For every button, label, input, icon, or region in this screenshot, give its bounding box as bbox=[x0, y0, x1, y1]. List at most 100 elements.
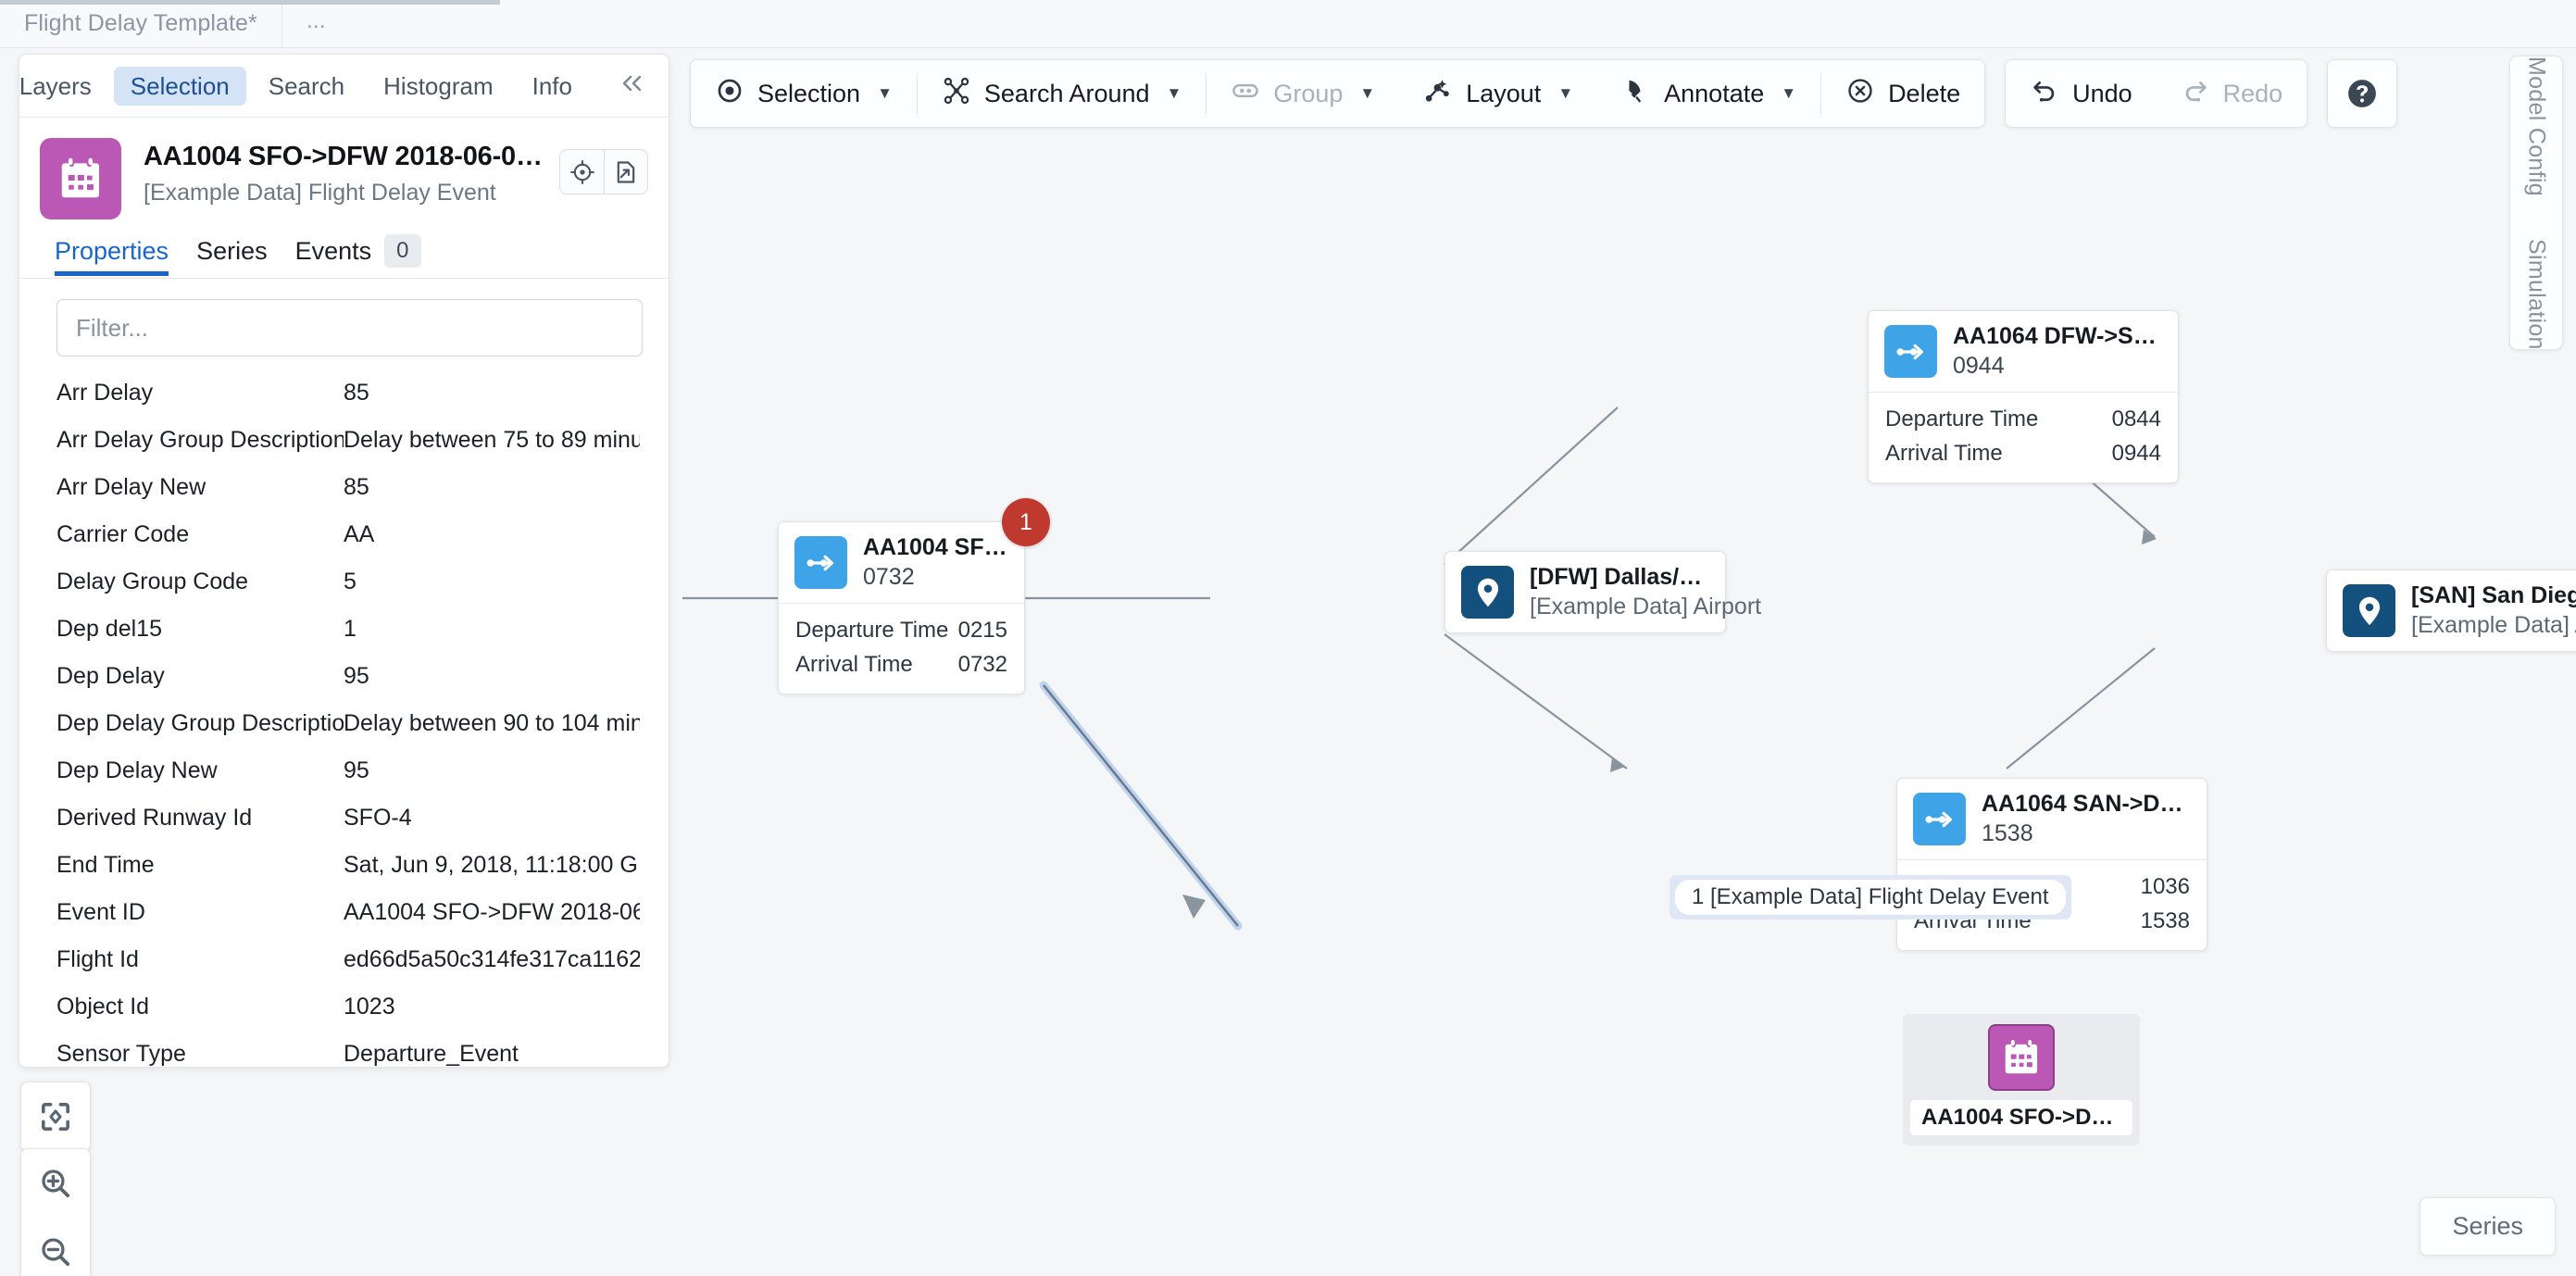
toolbar-undo-button[interactable]: Undo bbox=[2006, 60, 2157, 127]
zoom-out-icon[interactable] bbox=[21, 1218, 90, 1276]
graph-node-badge[interactable]: 1 bbox=[1002, 498, 1050, 546]
graph-node-body: Departure Time 0215 Arrival Time 0732 bbox=[779, 603, 1024, 694]
property-row[interactable]: Dep Delay 95 bbox=[56, 653, 669, 700]
property-row[interactable]: Derived Runway Id SFO-4 bbox=[56, 794, 669, 842]
selection-panel: Layers Selection Search Histogram Info A… bbox=[19, 54, 669, 1068]
tab-properties[interactable]: Properties bbox=[55, 237, 169, 276]
graph-node-title: AA1064 DFW->SAN 2018… bbox=[1953, 323, 2162, 349]
panel-tab-layers[interactable]: Layers bbox=[19, 67, 108, 106]
tab-series[interactable]: Series bbox=[196, 237, 268, 276]
toolbar-redo-label: Redo bbox=[2222, 79, 2283, 107]
entity-subtitle: [Example Data] Flight Delay Event bbox=[144, 180, 496, 206]
focus-target-icon[interactable] bbox=[560, 150, 604, 194]
graph-edge-label[interactable]: 1 [Example Data] Flight Delay Event bbox=[1669, 875, 2071, 919]
tabstrip-accent bbox=[0, 0, 500, 5]
property-key: Delay Group Code bbox=[56, 569, 249, 594]
property-row[interactable]: Delay Group Code 5 bbox=[56, 558, 669, 606]
property-key: Arr Delay bbox=[56, 380, 154, 406]
toolbar-redo-button[interactable]: Redo bbox=[2157, 60, 2307, 127]
document-tab-more-label: ... bbox=[306, 7, 326, 33]
property-row[interactable]: Flight Id ed66d5a50c314fe317ca11620c bbox=[56, 936, 669, 983]
filter-row bbox=[19, 279, 669, 369]
toolbar-undo-label: Undo bbox=[2072, 79, 2132, 107]
property-value: AA1004 SFO->DFW 2018-06-09_ bbox=[344, 899, 640, 925]
search-around-graph-icon bbox=[942, 76, 971, 112]
toolbar-layout-label: Layout bbox=[1466, 79, 1542, 107]
graph-node-subtitle: 0944 bbox=[1953, 353, 2005, 379]
toolbar-selection-button[interactable]: Selection ▼ bbox=[691, 60, 917, 127]
property-row[interactable]: Arr Delay New 85 bbox=[56, 464, 669, 511]
graph-node-flight-aa1064-dfw-san[interactable]: AA1064 DFW->SAN 2018… 0944 Departure Tim… bbox=[1868, 310, 2179, 483]
graph-node-body: Departure Time 0844 Arrival Time 0944 bbox=[1869, 392, 2178, 482]
graph-node-header: [SAN] San Diego Inte [Example Data] Airp… bbox=[2327, 570, 2576, 651]
chevron-down-icon: ▼ bbox=[1166, 84, 1182, 102]
graph-node-row: Departure Time 0844 bbox=[1885, 402, 2161, 436]
toolbar-group-label: Group bbox=[1273, 79, 1344, 107]
open-in-new-document-icon[interactable] bbox=[604, 150, 647, 194]
panel-tab-selection[interactable]: Selection bbox=[113, 66, 246, 106]
tab-events[interactable]: Events 0 bbox=[295, 234, 421, 278]
property-value: 85 bbox=[344, 474, 369, 500]
document-tab[interactable]: Flight Delay Template* bbox=[0, 0, 282, 47]
graph-node-title: [SAN] San Diego Inte bbox=[2411, 582, 2576, 608]
property-key: Derived Runway Id bbox=[56, 805, 253, 831]
property-key: Dep Delay New bbox=[56, 757, 218, 783]
graph-node-header: AA1064 SAN->DFW 2018… 1538 bbox=[1897, 779, 2207, 859]
toolbar-group-button[interactable]: Group ▼ bbox=[1207, 60, 1399, 127]
toolbar-delete-button[interactable]: Delete bbox=[1821, 60, 1984, 127]
property-row[interactable]: Sensor Type Departure_Event bbox=[56, 1031, 669, 1067]
tab-events-label: Events bbox=[294, 237, 372, 265]
double-chevron-left-icon[interactable] bbox=[613, 69, 652, 104]
property-row[interactable]: Dep Delay Group Description Delay between… bbox=[56, 700, 669, 747]
toolbar-search-around-button[interactable]: Search Around ▼ bbox=[918, 60, 1206, 127]
zoom-control-box bbox=[20, 1148, 91, 1276]
graph-node-airport-dfw[interactable]: [DFW] Dallas/Fort W… [Example Data] Airp… bbox=[1444, 551, 1762, 633]
graph-node-selected-event[interactable]: AA1004 SFO->DFW 20… bbox=[1903, 1014, 2140, 1145]
property-row[interactable]: Event ID AA1004 SFO->DFW 2018-06-09_ bbox=[56, 889, 669, 936]
property-value: Delay between 90 to 104 minut bbox=[344, 710, 640, 736]
calendar-event-icon bbox=[40, 138, 121, 219]
toolbar-layout-button[interactable]: Layout ▼ bbox=[1399, 60, 1597, 127]
right-rail-tab-model-config[interactable]: Model Config bbox=[2523, 56, 2550, 196]
document-tab-more[interactable]: ... bbox=[282, 0, 354, 47]
series-button[interactable]: Series bbox=[2420, 1197, 2556, 1256]
property-value: Sat, Jun 9, 2018, 11:18:00 G… bbox=[344, 852, 640, 878]
filter-input[interactable] bbox=[56, 299, 643, 357]
toolbar-search-around-label: Search Around bbox=[983, 79, 1150, 107]
panel-tab-info-label: Info bbox=[531, 71, 572, 100]
property-row[interactable]: Arr Delay Group Description Delay between… bbox=[56, 417, 669, 464]
property-row[interactable]: Carrier Code AA bbox=[56, 511, 669, 558]
graph-node-row-key: Departure Time bbox=[795, 617, 949, 643]
toolbar-annotate-button[interactable]: Annotate ▼ bbox=[1597, 60, 1820, 127]
property-row[interactable]: Dep del15 1 bbox=[56, 606, 669, 653]
property-value: AA bbox=[344, 521, 375, 547]
entity-meta: AA1004 SFO->DFW 2018-06-09... [Example D… bbox=[144, 138, 559, 206]
panel-tab-histogram[interactable]: Histogram bbox=[367, 67, 509, 106]
graph-node-flight-aa1064-san-dfw[interactable]: AA1064 SAN->DFW 2018… 1538 Departure Tim… bbox=[1896, 778, 2207, 951]
property-row[interactable]: End Time Sat, Jun 9, 2018, 11:18:00 G… bbox=[56, 842, 669, 889]
right-rail-tab-simulation[interactable]: Simulation bbox=[2523, 239, 2550, 350]
graph-node-row-value: 1538 bbox=[2140, 907, 2190, 933]
graph-node-header: [DFW] Dallas/Fort W… [Example Data] Airp… bbox=[1445, 552, 1762, 632]
graph-node-airport-san[interactable]: [SAN] San Diego Inte [Example Data] Airp… bbox=[2326, 569, 2576, 652]
graph-node-subtitle: [Example Data] Airport bbox=[1530, 594, 1762, 619]
help-question-icon[interactable] bbox=[2328, 59, 2396, 128]
graph-node-flight-aa1004[interactable]: AA1004 SFO->DFW 2018… 0732 Departure Tim… bbox=[778, 498, 1050, 694]
property-value: SFO-4 bbox=[344, 805, 412, 831]
panel-tab-selection-label: Selection bbox=[130, 71, 230, 100]
entity-title: AA1004 SFO->DFW 2018-06-09... bbox=[144, 142, 551, 171]
graph-node-row-value: 1036 bbox=[2140, 873, 2190, 899]
panel-tab-search[interactable]: Search bbox=[252, 67, 361, 106]
graph-node-title: [DFW] Dallas/Fort W… bbox=[1530, 564, 1709, 590]
property-row[interactable]: Arr Delay 85 bbox=[56, 369, 669, 417]
fit-to-screen-icon[interactable] bbox=[21, 1082, 90, 1151]
property-key: Carrier Code bbox=[56, 521, 190, 547]
panel-tab-info[interactable]: Info bbox=[516, 67, 589, 106]
property-row[interactable]: Object Id 1023 bbox=[56, 983, 669, 1031]
graph-canvas[interactable]: AA1004 SFO->DFW 2018… 0732 Departure Tim… bbox=[682, 130, 2576, 1276]
property-list[interactable]: Arr Delay 85 Arr Delay Group Description De… bbox=[19, 369, 669, 1067]
graph-node-header: AA1004 SFO->DFW 2018… 0732 bbox=[779, 522, 1024, 603]
property-key: Sensor Type bbox=[56, 1041, 186, 1067]
property-row[interactable]: Dep Delay New 95 bbox=[56, 747, 669, 794]
zoom-in-icon[interactable] bbox=[21, 1149, 90, 1218]
